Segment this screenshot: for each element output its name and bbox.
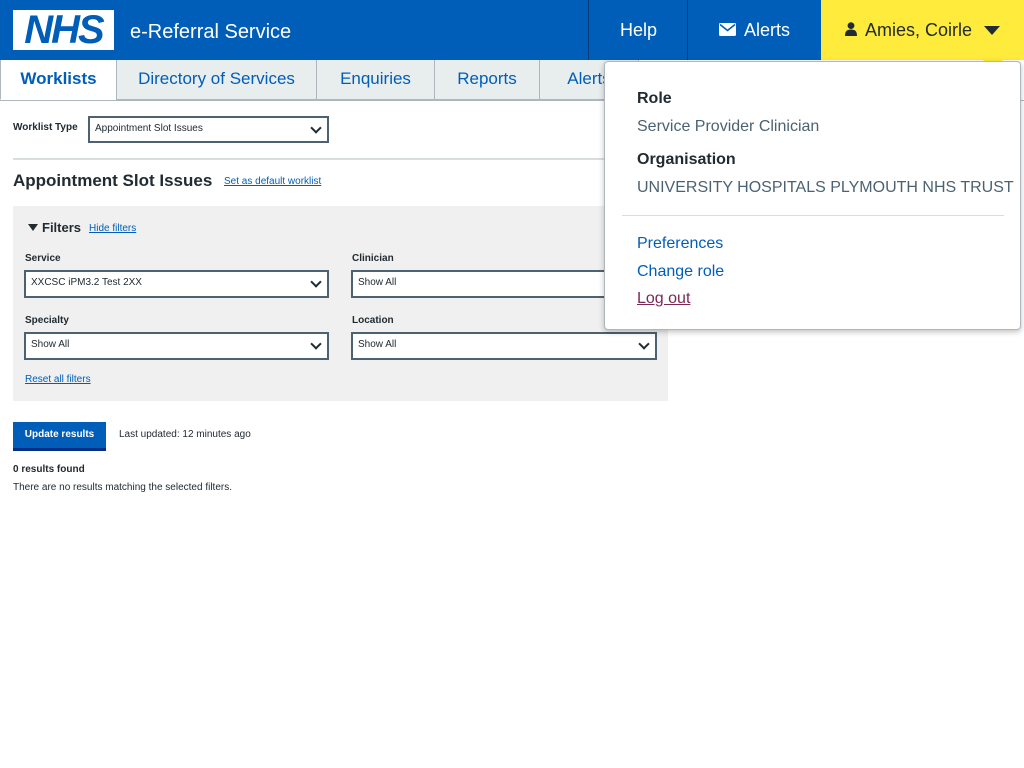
- clinician-label: Clinician: [352, 253, 394, 264]
- filters-panel: Filters Hide filters Service XXCSC iPM3.…: [13, 206, 668, 401]
- role-heading: Role: [637, 90, 672, 107]
- help-button[interactable]: Help: [588, 0, 688, 60]
- chevron-down-icon: [638, 338, 650, 350]
- triangle-down-icon: [28, 224, 38, 231]
- change-role-link[interactable]: Change role: [637, 263, 724, 281]
- tab-worklists[interactable]: Worklists: [0, 60, 117, 100]
- alerts-button[interactable]: Alerts: [687, 0, 821, 60]
- nhs-logo-text: NHS: [24, 8, 104, 52]
- specialty-select[interactable]: Show All: [24, 332, 329, 360]
- location-value: Show All: [358, 339, 397, 350]
- alerts-label: Alerts: [743, 19, 790, 40]
- worklist-type-label: Worklist Type: [13, 122, 78, 133]
- service-label: Service: [25, 253, 61, 264]
- service-name[interactable]: e-Referral Service: [130, 20, 291, 44]
- worklist-type-select[interactable]: Appointment Slot Issues: [88, 116, 329, 143]
- envelope-icon: [718, 20, 736, 41]
- tab-enquiries[interactable]: Enquiries: [316, 60, 435, 100]
- last-updated-text: Last updated: 12 minutes ago: [119, 429, 251, 440]
- organisation-heading: Organisation: [637, 151, 736, 168]
- results-count: 0 results found: [13, 464, 85, 475]
- chevron-down-icon: [310, 338, 322, 350]
- page-title: Appointment Slot Issues: [13, 171, 213, 190]
- site-header: NHS e-Referral Service Help Alerts Amies…: [0, 0, 1024, 60]
- user-dropdown-menu: Role Service Provider Clinician Organisa…: [604, 61, 1021, 330]
- service-select[interactable]: XXCSC iPM3.2 Test 2XX: [24, 270, 329, 298]
- organisation-value: UNIVERSITY HOSPITALS PLYMOUTH NHS TRUST: [637, 179, 1014, 196]
- preferences-link[interactable]: Preferences: [637, 235, 723, 253]
- role-value: Service Provider Clinician: [637, 118, 820, 135]
- worklist-type-value: Appointment Slot Issues: [95, 123, 203, 134]
- chevron-down-icon: [310, 276, 322, 288]
- hide-filters-link[interactable]: Hide filters: [89, 223, 136, 234]
- reset-filters-link[interactable]: Reset all filters: [25, 374, 91, 385]
- location-label: Location: [352, 315, 394, 326]
- user-menu-button[interactable]: Amies, Coirle: [821, 0, 1024, 60]
- section-divider: [13, 158, 668, 160]
- location-select[interactable]: Show All: [351, 332, 657, 360]
- filters-heading: Filters: [42, 220, 82, 235]
- menu-divider: [622, 215, 1004, 216]
- specialty-value: Show All: [31, 339, 70, 350]
- caret-down-icon: [984, 25, 1001, 35]
- no-results-message: There are no results matching the select…: [13, 482, 232, 493]
- tab-directory-of-services[interactable]: Directory of Services: [116, 60, 317, 100]
- user-icon: [844, 20, 857, 41]
- help-label: Help: [619, 19, 658, 40]
- chevron-down-icon: [310, 122, 322, 134]
- tab-reports[interactable]: Reports: [434, 60, 540, 100]
- update-results-button[interactable]: Update results: [13, 422, 106, 451]
- specialty-label: Specialty: [25, 315, 69, 326]
- user-name: Amies, Coirle: [864, 19, 973, 40]
- set-default-worklist-link[interactable]: Set as default worklist: [224, 176, 321, 187]
- filters-toggle[interactable]: Filters: [28, 220, 81, 235]
- clinician-value: Show All: [358, 277, 397, 288]
- nhs-logo[interactable]: NHS: [13, 8, 114, 52]
- log-out-link[interactable]: Log out: [637, 290, 690, 308]
- service-value: XXCSC iPM3.2 Test 2XX: [31, 277, 142, 288]
